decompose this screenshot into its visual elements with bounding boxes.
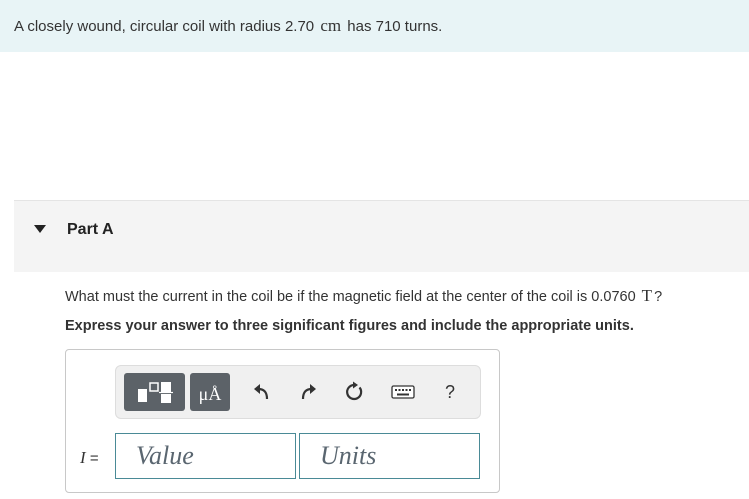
value-input[interactable]: Value	[115, 433, 296, 479]
problem-intro: A closely wound, circular coil with radi…	[0, 0, 749, 52]
undo-icon[interactable]	[250, 380, 274, 404]
problem-text-start: A closely wound, circular coil with radi…	[14, 18, 315, 35]
problem-text-end: has 710 turns.	[347, 18, 443, 35]
reset-icon[interactable]	[342, 380, 366, 404]
answer-box: μÅ ? I = Value Units	[65, 349, 500, 493]
field-unit: T	[641, 286, 653, 305]
answer-instruction: Express your answer to three significant…	[65, 318, 634, 334]
question-text-start: What must the current in the coil be if …	[65, 289, 636, 305]
part-a-header[interactable]: Part A	[14, 200, 749, 272]
keyboard-icon[interactable]	[390, 380, 416, 404]
help-icon[interactable]: ?	[438, 380, 462, 404]
radius-unit: cm	[320, 16, 342, 35]
part-title: Part A	[67, 221, 114, 238]
question-text: What must the current in the coil be if …	[65, 286, 662, 306]
collapse-caret-icon[interactable]	[34, 225, 46, 233]
templates-button[interactable]	[124, 373, 185, 411]
redo-icon[interactable]	[296, 380, 320, 404]
answer-variable-label: I =	[80, 448, 99, 468]
units-button-label: μÅ	[198, 383, 222, 404]
problem-statement: A closely wound, circular coil with radi…	[14, 16, 442, 36]
help-label: ?	[444, 381, 455, 402]
equals-sign: =	[89, 450, 99, 467]
templates-icon	[137, 382, 173, 403]
answer-variable: I	[80, 448, 86, 467]
question-mark: ?	[654, 289, 663, 305]
units-button[interactable]: μÅ	[190, 373, 230, 411]
math-toolbar: μÅ ?	[115, 365, 481, 419]
units-input[interactable]: Units	[299, 433, 480, 479]
